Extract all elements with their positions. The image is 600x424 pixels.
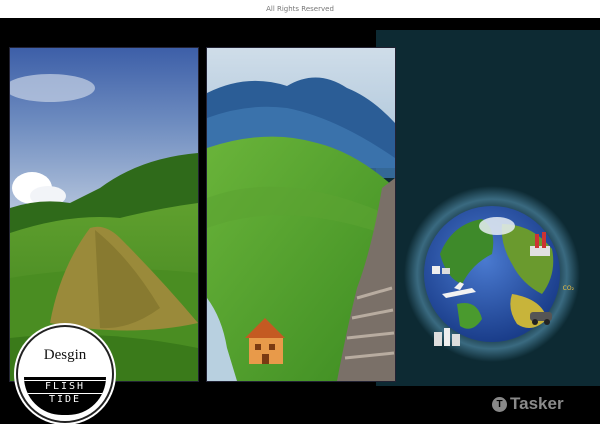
logo-badge: Desgin FLISH TIDE — [16, 325, 114, 423]
earth-illustration: CO₂ — [402, 184, 582, 364]
co2-label: CO₂ — [563, 285, 575, 292]
logo-brand-line-2: TIDE — [48, 394, 82, 405]
logo-word: Desgin — [43, 347, 87, 363]
logo-brand: FLISH TIDE — [24, 377, 106, 415]
top-bar: All Rights Reserved — [0, 0, 600, 18]
tasker-icon — [492, 396, 507, 412]
tasker-label: Tasker — [510, 394, 564, 413]
panel-haystack-field — [9, 47, 199, 382]
tasker-watermark: Tasker — [492, 394, 564, 413]
logo-brand-line-1: FLISH — [24, 380, 106, 394]
panel-mountain-house — [206, 47, 396, 382]
main-stage: CO₂ Desgin FLISH TIDE Tasker — [0, 18, 600, 424]
copyright-text: All Rights Reserved — [266, 5, 334, 13]
cloud-cap — [479, 217, 515, 235]
